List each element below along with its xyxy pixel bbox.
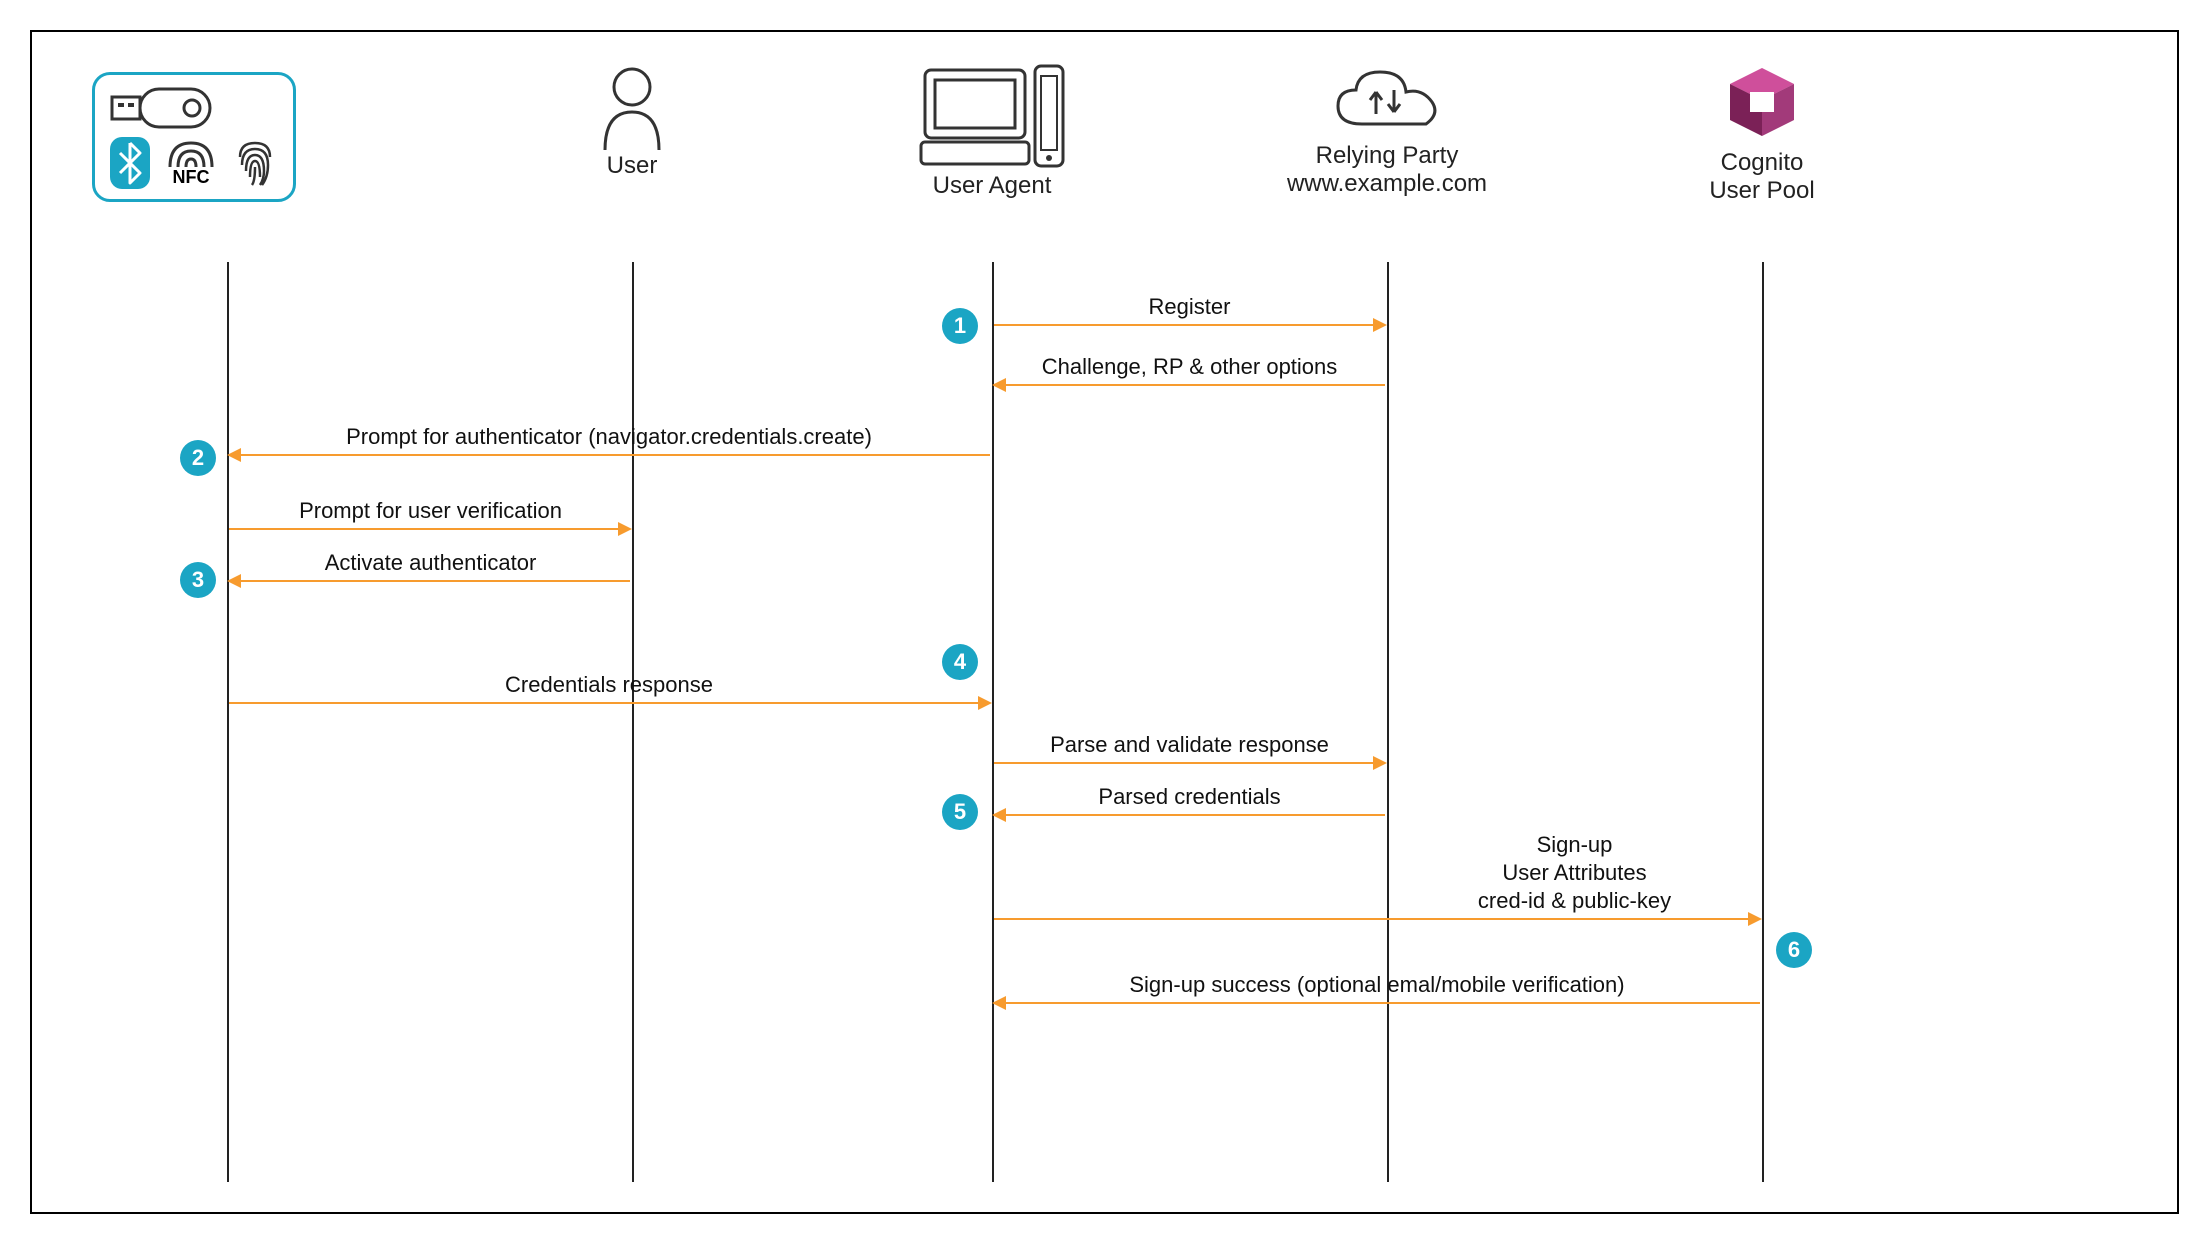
sequence-diagram: NFC User [30, 30, 2179, 1214]
relying-party-lane-label: Relying Party [1267, 142, 1507, 170]
arrow-signup [994, 918, 1760, 920]
user-lane-label: User [572, 152, 692, 180]
user-agent-lane-header: User Agent [892, 62, 1092, 200]
relying-party-lane-header: Relying Party www.example.com [1267, 62, 1507, 198]
nfc-icon: NFC [164, 139, 218, 188]
msg-challenge: Challenge, RP & other options [992, 354, 1387, 380]
msg-prompt-user-verification: Prompt for user verification [229, 498, 632, 524]
msg-signup-line3: cred-id & public-key [1387, 888, 1762, 914]
user-icon [572, 62, 692, 152]
cognito-lifeline [1762, 262, 1764, 1182]
arrow-challenge [994, 384, 1385, 386]
nfc-label: NFC [164, 167, 218, 188]
user-lifeline [632, 262, 634, 1182]
cognito-lane-label: Cognito [1662, 149, 1862, 177]
devices-icon [892, 62, 1092, 172]
msg-activate-authenticator: Activate authenticator [229, 550, 632, 576]
msg-credentials-response: Credentials response [229, 672, 989, 698]
usb-key-icon [110, 85, 278, 131]
arrow-parsed-credentials [994, 814, 1385, 816]
msg-signup-success: Sign-up success (optional emal/mobile ve… [992, 972, 1762, 998]
arrow-signup-success [994, 1002, 1760, 1004]
msg-parsed-credentials: Parsed credentials [992, 784, 1387, 810]
cognito-lane-sublabel: User Pool [1662, 177, 1862, 205]
arrow-credentials-response [229, 702, 990, 704]
msg-signup-line1: Sign-up [1387, 832, 1762, 858]
arrow-register [994, 324, 1385, 326]
msg-signup-line2: User Attributes [1387, 860, 1762, 886]
cognito-lane-header: Cognito User Pool [1662, 62, 1862, 205]
authenticator-lifeline [227, 262, 229, 1182]
authenticator-icon-group: NFC [92, 72, 296, 202]
arrow-prompt-user-verification [229, 528, 630, 530]
step-badge-1: 1 [942, 308, 978, 344]
user-agent-lifeline [992, 262, 994, 1182]
user-lane-header: User [572, 62, 692, 180]
step-badge-6: 6 [1776, 932, 1812, 968]
fingerprint-icon [232, 137, 278, 189]
cloud-icon [1267, 62, 1507, 142]
user-agent-lane-label: User Agent [892, 172, 1092, 200]
msg-register: Register [992, 294, 1387, 320]
step-badge-2: 2 [180, 440, 216, 476]
bluetooth-icon [110, 137, 150, 189]
msg-parse-validate: Parse and validate response [992, 732, 1387, 758]
arrow-activate-authenticator [229, 580, 630, 582]
step-badge-3: 3 [180, 562, 216, 598]
msg-prompt-authenticator: Prompt for authenticator (navigator.cred… [229, 424, 989, 450]
step-badge-5: 5 [942, 794, 978, 830]
relying-party-lane-sublabel: www.example.com [1267, 170, 1507, 198]
relying-party-lifeline [1387, 262, 1389, 1182]
arrow-prompt-authenticator [229, 454, 990, 456]
arrow-parse-validate [994, 762, 1385, 764]
cognito-icon [1722, 62, 1802, 142]
